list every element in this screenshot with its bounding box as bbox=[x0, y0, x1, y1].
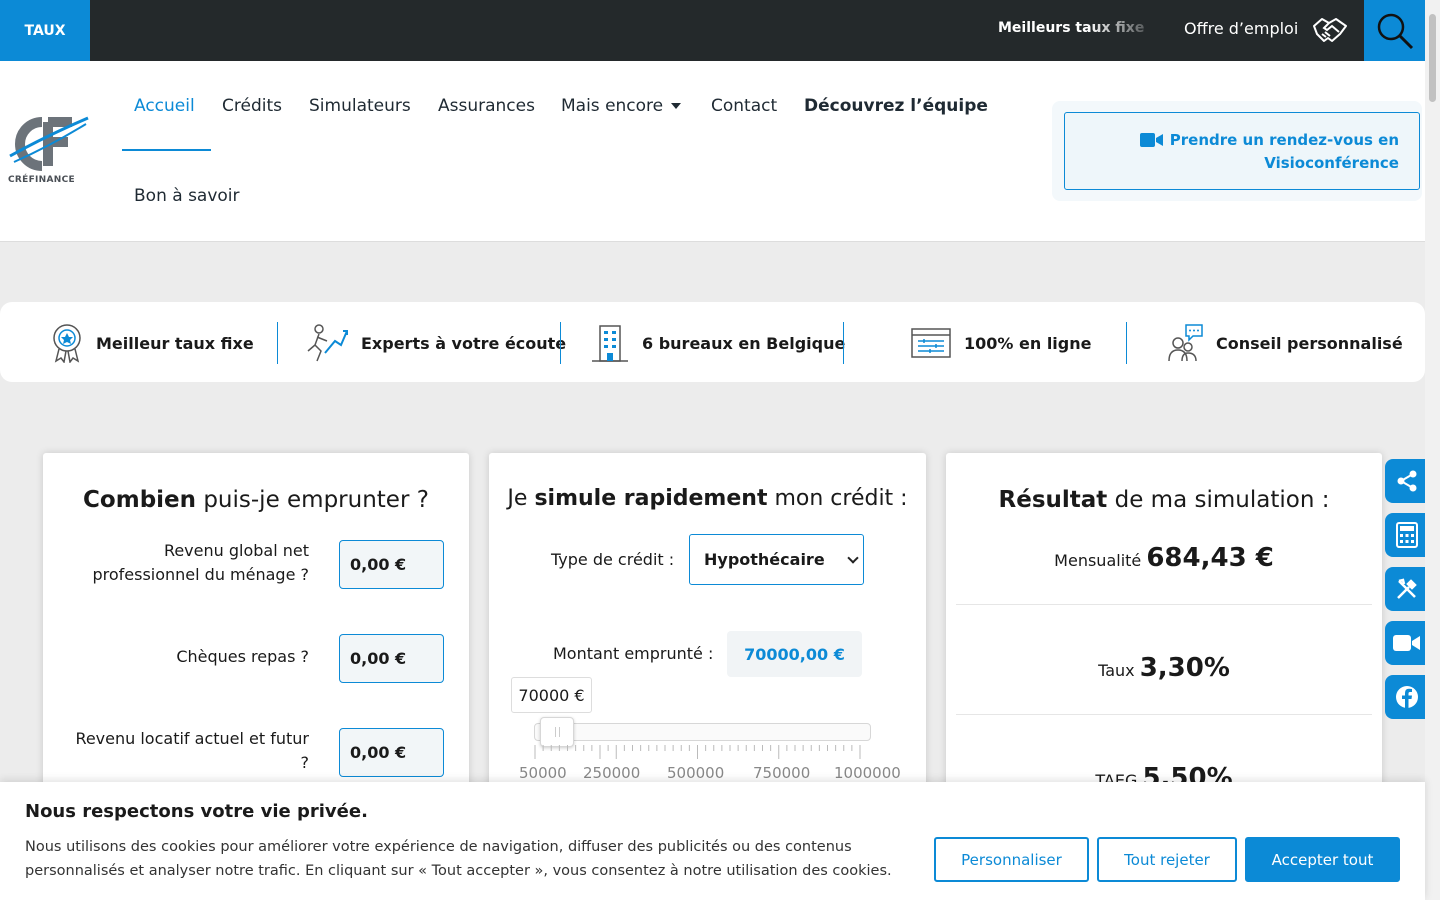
tick-label: 750000 bbox=[753, 764, 811, 782]
amount-slider-track[interactable] bbox=[534, 723, 871, 741]
divider bbox=[843, 322, 844, 364]
video-icon bbox=[1393, 635, 1420, 651]
visio-line1: Prendre un rendez-vous en bbox=[1169, 131, 1399, 149]
borrow-card-title: Combien puis-je emprunter ? bbox=[83, 487, 429, 513]
visio-line2: Visioconférence bbox=[1264, 154, 1399, 172]
facebook-icon bbox=[1396, 686, 1418, 709]
feature-label: Experts à votre écoute bbox=[361, 333, 567, 353]
logo-text: CRÉFINANCE bbox=[8, 175, 75, 185]
chevron-down-icon bbox=[671, 103, 682, 109]
visio-appointment-button[interactable]: Prendre un rendez-vous en Visioconférenc… bbox=[1064, 112, 1420, 190]
amount-slider-handle[interactable] bbox=[540, 717, 575, 747]
cookie-banner: Nous respectons votre vie privée. Nous u… bbox=[0, 782, 1425, 900]
divider bbox=[560, 322, 561, 364]
feature-experts: Experts à votre écoute bbox=[305, 322, 566, 364]
nav-accueil[interactable]: Accueil bbox=[134, 96, 195, 116]
monthly-payment-row: Mensualité 684,43 € bbox=[946, 543, 1382, 573]
search-button[interactable] bbox=[1364, 0, 1425, 61]
nav-contact[interactable]: Contact bbox=[711, 96, 777, 116]
net-income-label: Revenu global net professionnel du ménage… bbox=[92, 541, 309, 584]
nav-mais-encore-label: Mais encore bbox=[561, 96, 664, 116]
advisor-chat-icon bbox=[1168, 324, 1203, 362]
feature-bureaux: 6 bureaux en Belgique bbox=[590, 322, 845, 364]
cookie-title: Nous respectons votre vie privée. bbox=[25, 801, 368, 822]
site-header: CRÉFINANCE Accueil Crédits Simulateurs A… bbox=[0, 61, 1425, 242]
video-camera-icon bbox=[1139, 133, 1163, 147]
nav-active-underline bbox=[122, 149, 211, 151]
facebook-button[interactable] bbox=[1385, 675, 1429, 719]
feature-meilleur-taux: Meilleur taux fixe bbox=[50, 322, 254, 364]
page-scrollbar[interactable] bbox=[1425, 0, 1440, 900]
credit-type-select[interactable]: Hypothécaire bbox=[689, 534, 864, 585]
tools-button[interactable] bbox=[1385, 567, 1429, 611]
borrow-capacity-card: Combien puis-je emprunter ? Revenu globa… bbox=[43, 453, 469, 813]
rates-ticker: Meilleurs taux fixe A bbox=[998, 20, 1148, 36]
monthly-value: 684,43 € bbox=[1146, 543, 1274, 573]
tick-label: 250000 bbox=[583, 764, 641, 782]
quick-simulation-card: Je simule rapidement mon crédit : Type d… bbox=[489, 453, 926, 813]
simulation-result-card: Résultat de ma simulation : Mensualité 6… bbox=[946, 453, 1382, 813]
divider bbox=[1126, 322, 1127, 364]
video-call-button[interactable] bbox=[1385, 621, 1429, 665]
office-building-icon bbox=[592, 325, 628, 362]
search-icon bbox=[1377, 13, 1413, 49]
award-ribbon-icon bbox=[53, 324, 81, 363]
cookie-text: Nous utilisons des cookies pour améliore… bbox=[25, 839, 892, 879]
calculator-button[interactable] bbox=[1385, 513, 1429, 557]
feature-conseil: Conseil personnalisé bbox=[1166, 322, 1403, 364]
browser-window-icon bbox=[911, 328, 951, 358]
nav-bon-a-savoir[interactable]: Bon à savoir bbox=[134, 186, 240, 206]
top-bar: TAUX Meilleurs taux fixe A Offre d’emplo… bbox=[0, 0, 1425, 61]
reject-all-button[interactable]: Tout rejeter bbox=[1097, 837, 1237, 882]
net-income-input[interactable]: 0,00 € bbox=[339, 540, 444, 589]
tools-icon bbox=[1397, 578, 1417, 599]
credit-type-value: Hypothécaire bbox=[704, 550, 825, 569]
rate-label: Taux bbox=[1098, 661, 1135, 680]
slider-ticks bbox=[534, 745, 861, 759]
divider bbox=[956, 604, 1372, 605]
feature-en-ligne: 100% en ligne bbox=[910, 322, 1091, 364]
feature-label: Conseil personnalisé bbox=[1216, 333, 1403, 353]
monthly-label: Mensualité bbox=[1054, 551, 1142, 570]
credit-type-label: Type de crédit : bbox=[551, 550, 675, 569]
rate-value: 3,30% bbox=[1139, 653, 1230, 683]
tick-label: 500000 bbox=[667, 764, 725, 782]
scrollbar-thumb[interactable] bbox=[1429, 14, 1436, 102]
calculator-icon bbox=[1396, 522, 1418, 548]
running-person-icon bbox=[307, 324, 348, 362]
nav-equipe[interactable]: Découvrez l’équipe bbox=[804, 96, 988, 116]
slider-tooltip: 70000 € bbox=[511, 677, 592, 713]
meal-vouchers-input[interactable]: 0,00 € bbox=[339, 634, 444, 683]
rental-income-input[interactable]: 0,00 € bbox=[339, 728, 444, 777]
amount-value: 70000,00 € bbox=[727, 631, 862, 677]
divider bbox=[277, 322, 278, 364]
nav-simulateurs[interactable]: Simulateurs bbox=[309, 96, 411, 116]
amount-label: Montant emprunté : bbox=[553, 644, 714, 663]
customize-cookies-button[interactable]: Personnaliser bbox=[934, 837, 1089, 882]
share-button[interactable] bbox=[1385, 459, 1429, 503]
nav-credits[interactable]: Crédits bbox=[222, 96, 282, 116]
tick-label: 50000 bbox=[519, 764, 567, 782]
feature-label: 6 bureaux en Belgique bbox=[642, 333, 846, 353]
job-offer-link[interactable]: Offre d’emploi bbox=[1184, 19, 1298, 38]
accept-all-button[interactable]: Accepter tout bbox=[1245, 837, 1400, 882]
simulation-card-title: Je simule rapidement mon crédit : bbox=[507, 486, 908, 511]
share-icon bbox=[1397, 470, 1417, 492]
rate-row: Taux 3,30% bbox=[946, 653, 1382, 683]
result-card-title: Résultat de ma simulation : bbox=[998, 487, 1330, 513]
feature-label: Meilleur taux fixe bbox=[96, 333, 254, 353]
meal-vouchers-label: Chèques repas ? bbox=[176, 647, 309, 666]
nav-assurances[interactable]: Assurances bbox=[438, 96, 535, 116]
taux-tab[interactable]: TAUX bbox=[0, 0, 90, 61]
rental-income-label: Revenu locatif actuel et futur? bbox=[75, 729, 309, 772]
features-bar: Meilleur taux fixe Experts à votre écout… bbox=[0, 302, 1425, 382]
nav-mais-encore[interactable]: Mais encore bbox=[561, 96, 682, 116]
chevron-down-icon bbox=[847, 552, 859, 564]
feature-label: 100% en ligne bbox=[964, 333, 1092, 353]
tick-label: 1000000 bbox=[834, 764, 901, 782]
divider bbox=[956, 714, 1372, 715]
handshake-icon[interactable] bbox=[1312, 14, 1348, 46]
